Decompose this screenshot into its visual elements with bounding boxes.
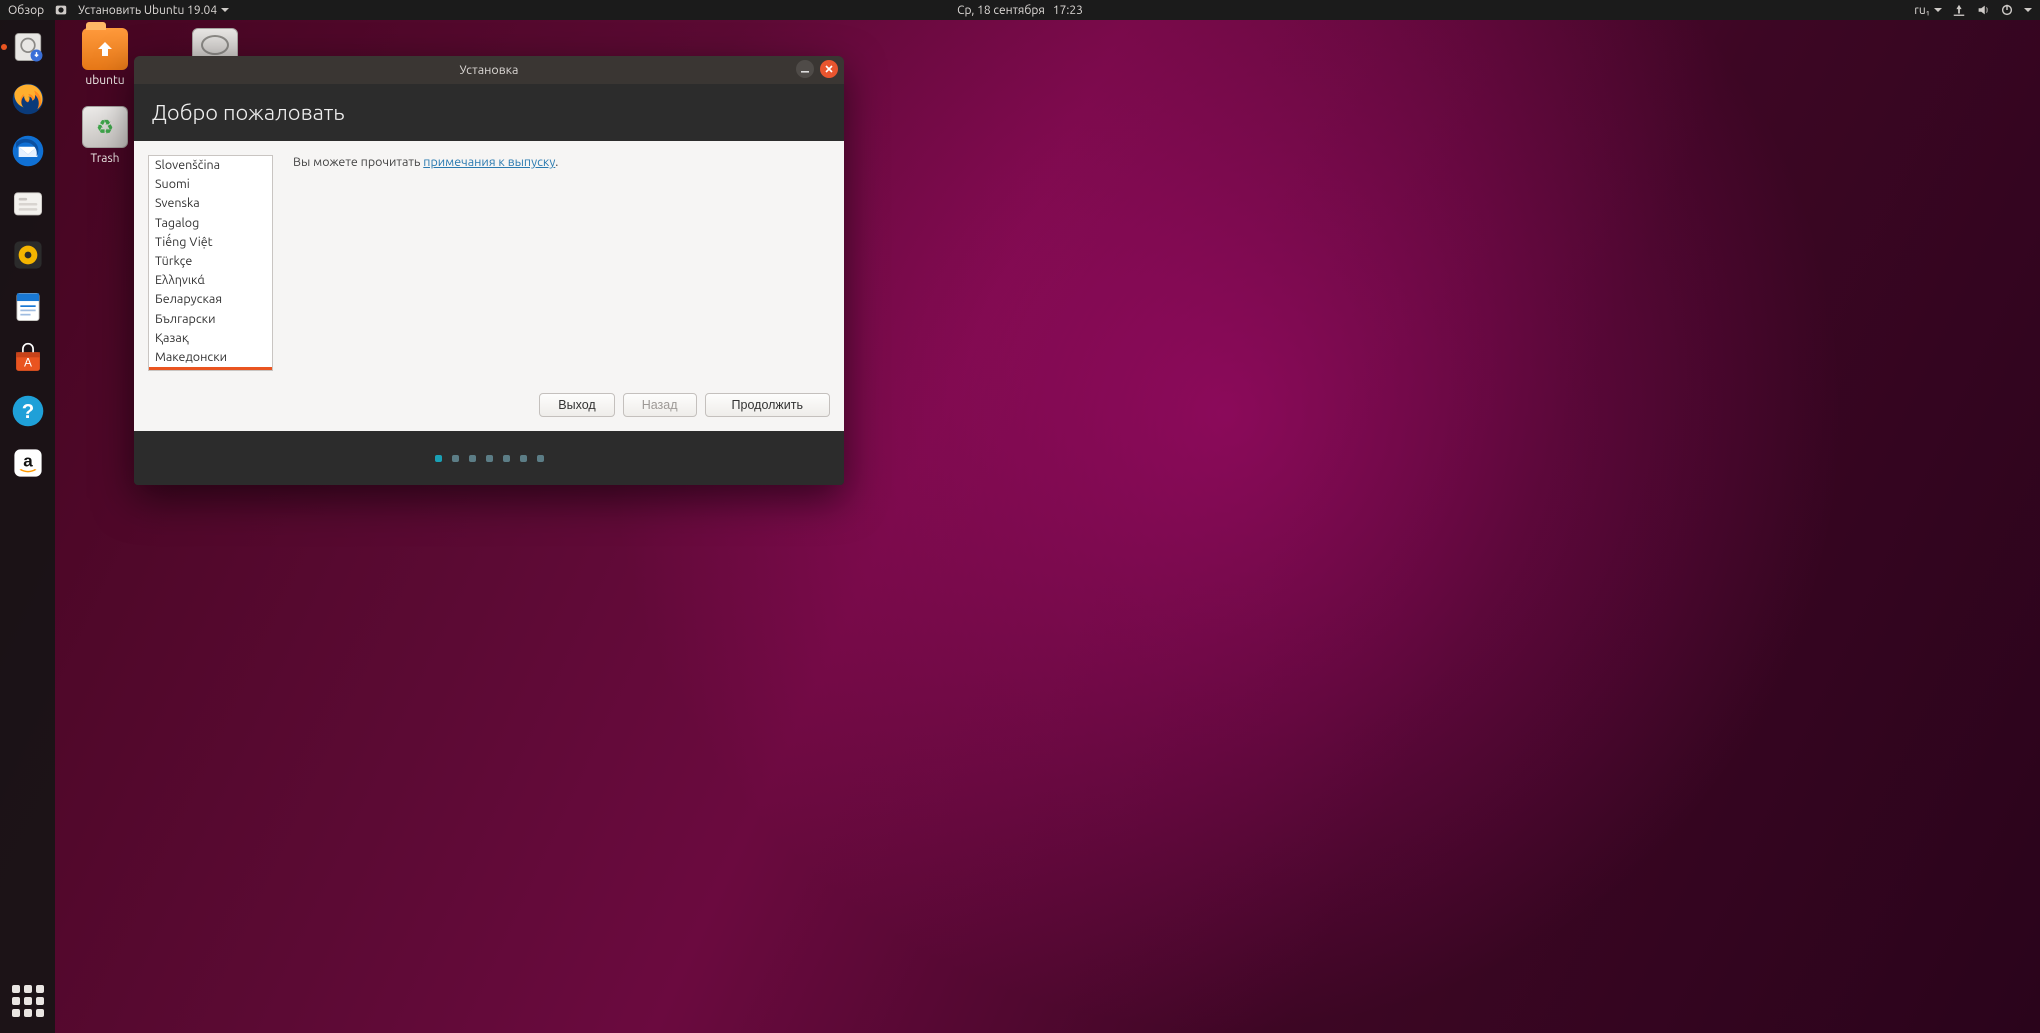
language-option[interactable]: Македонски bbox=[149, 348, 272, 367]
show-applications-button[interactable] bbox=[8, 981, 48, 1021]
dock-app-rhythmbox[interactable] bbox=[7, 234, 49, 276]
language-list[interactable]: SlovenščinaSuomiSvenskaTagalogTiếng Việt… bbox=[148, 155, 273, 371]
step-dot bbox=[503, 455, 510, 462]
language-option[interactable]: Tiếng Việt bbox=[149, 233, 272, 252]
release-notes-prefix: Вы можете прочитать bbox=[293, 155, 423, 169]
dock-app-amazon[interactable]: a bbox=[7, 442, 49, 484]
desktop-icon-ubuntu-folder[interactable]: ubuntu bbox=[70, 28, 140, 87]
activities-button[interactable]: Обзор bbox=[8, 4, 44, 17]
app-menu[interactable]: Установить Ubuntu 19.04 bbox=[78, 4, 229, 17]
network-icon[interactable] bbox=[1952, 3, 1966, 17]
language-option[interactable]: Қазақ bbox=[149, 329, 272, 348]
dock-app-thunderbird[interactable] bbox=[7, 130, 49, 172]
dock-app-firefox[interactable] bbox=[7, 78, 49, 120]
quit-button[interactable]: Выход bbox=[539, 393, 614, 417]
dock-app-writer[interactable] bbox=[7, 286, 49, 328]
language-option[interactable]: Türkçe bbox=[149, 252, 272, 271]
installer-button-row: Выход Назад Продолжить bbox=[134, 385, 844, 431]
language-option[interactable]: Беларуская bbox=[149, 290, 272, 309]
language-option[interactable]: Tagalog bbox=[149, 214, 272, 233]
svg-text:A: A bbox=[24, 356, 32, 370]
release-notes-suffix: . bbox=[555, 155, 558, 169]
back-button[interactable]: Назад bbox=[623, 393, 697, 417]
clock-date: Ср, 18 сентября bbox=[957, 4, 1045, 17]
language-option[interactable]: Ελληνικά bbox=[149, 271, 272, 290]
window-close-button[interactable] bbox=[820, 60, 838, 78]
top-bar: Обзор Установить Ubuntu 19.04 Ср, 18 сен… bbox=[0, 0, 2040, 20]
trash-icon bbox=[82, 106, 128, 148]
installer-content: SlovenščinaSuomiSvenskaTagalogTiếng Việt… bbox=[134, 141, 844, 385]
folder-icon bbox=[82, 28, 128, 70]
dock-app-software[interactable]: A bbox=[7, 338, 49, 380]
window-title: Установка bbox=[459, 63, 518, 77]
dock: A ? a bbox=[0, 20, 55, 1033]
clock[interactable]: Ср, 18 сентября 17:23 bbox=[957, 4, 1083, 17]
clock-time: 17:23 bbox=[1053, 4, 1083, 17]
svg-text:a: a bbox=[23, 451, 33, 470]
system-menu-chevron-icon[interactable] bbox=[2024, 8, 2032, 16]
svg-text:?: ? bbox=[21, 401, 33, 423]
dock-app-files[interactable] bbox=[7, 182, 49, 224]
step-dot bbox=[520, 455, 527, 462]
window-minimize-button[interactable] bbox=[796, 60, 814, 78]
step-dot bbox=[537, 455, 544, 462]
installer-heading: Добро пожаловать bbox=[152, 100, 826, 125]
installer-header: Добро пожаловать bbox=[134, 84, 844, 141]
power-icon[interactable] bbox=[2000, 3, 2014, 17]
volume-icon[interactable] bbox=[1976, 3, 1990, 17]
language-option[interactable]: Svenska bbox=[149, 194, 272, 213]
desktop-icon-label: ubuntu bbox=[70, 74, 140, 87]
release-notes-text: Вы можете прочитать примечания к выпуску… bbox=[293, 155, 830, 371]
dock-app-installer[interactable] bbox=[7, 26, 49, 68]
language-option[interactable]: Русский bbox=[149, 367, 272, 371]
app-indicator-icon bbox=[54, 3, 68, 17]
step-indicator bbox=[134, 431, 844, 485]
desktop-icon-label: Trash bbox=[70, 152, 140, 165]
continue-button[interactable]: Продолжить bbox=[705, 393, 830, 417]
desktop-icon-trash[interactable]: Trash bbox=[70, 106, 140, 165]
step-dot bbox=[435, 455, 442, 462]
step-dot bbox=[469, 455, 476, 462]
language-option[interactable]: Slovenščina bbox=[149, 156, 272, 175]
installer-window: Установка Добро пожаловать SlovenščinaSu… bbox=[134, 56, 844, 485]
language-option[interactable]: Български bbox=[149, 310, 272, 329]
step-dot bbox=[486, 455, 493, 462]
step-dot bbox=[452, 455, 459, 462]
language-option[interactable]: Suomi bbox=[149, 175, 272, 194]
release-notes-link[interactable]: примечания к выпуску bbox=[423, 155, 555, 169]
dock-app-help[interactable]: ? bbox=[7, 390, 49, 432]
window-titlebar[interactable]: Установка bbox=[134, 56, 844, 84]
input-source-indicator[interactable]: ru₁ bbox=[1914, 4, 1942, 17]
